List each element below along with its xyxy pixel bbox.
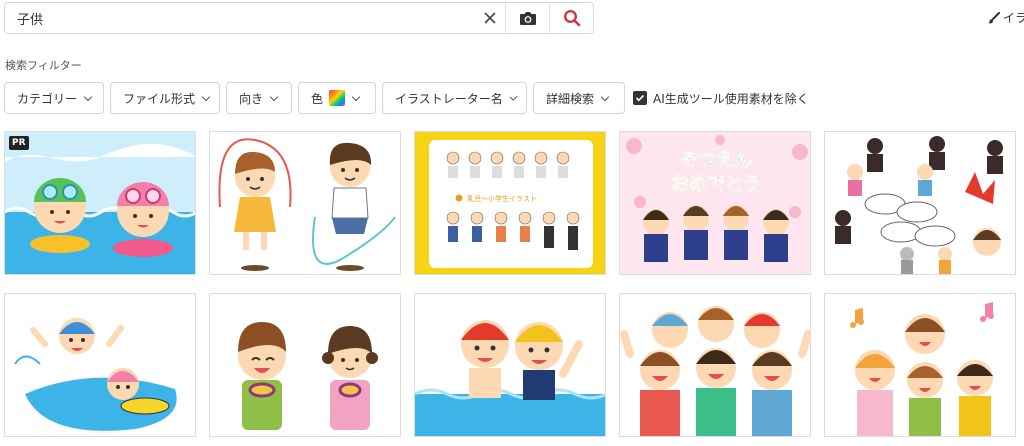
- exclude-ai-label: AI生成ツール使用素材を除く: [653, 91, 809, 106]
- kids-jump-rope-illustration: [210, 132, 400, 274]
- chevron-down-icon: [600, 92, 610, 101]
- chevron-down-icon: [269, 92, 279, 101]
- child-age-chart-illustration: 乳児〜小学生イラスト: [415, 132, 605, 274]
- filter-color-label: 色: [311, 91, 324, 106]
- search-bar: [4, 2, 594, 34]
- filter-category[interactable]: カテゴリー: [4, 82, 104, 114]
- exclude-ai-checkbox[interactable]: AI生成ツール使用素材を除く: [633, 82, 809, 114]
- result-tile[interactable]: [4, 293, 196, 437]
- kids-swimming-illustration: [5, 132, 195, 274]
- group-of-kids-cheering-illustration: [620, 294, 810, 436]
- clear-search-button[interactable]: [475, 3, 505, 33]
- filter-file-format[interactable]: ファイル形式: [110, 82, 220, 114]
- brush-icon: [988, 11, 1000, 23]
- age-chart-caption: 乳児〜小学生イラスト: [467, 194, 537, 203]
- graduation-title-line1: そつえん: [680, 150, 752, 171]
- filter-illustrator[interactable]: イラストレーター名: [382, 82, 527, 114]
- camera-icon: [519, 12, 536, 25]
- image-search-button[interactable]: [505, 3, 549, 33]
- chevron-down-icon: [351, 92, 361, 101]
- result-tile[interactable]: そつえん おめでとう: [619, 131, 811, 275]
- filter-illustrator-label: イラストレーター名: [395, 91, 503, 106]
- result-tile[interactable]: [619, 293, 811, 437]
- kids-swim-caps-illustration: [415, 294, 605, 436]
- kids-singing-illustration: [825, 294, 1015, 436]
- right-link-label: イラ: [1003, 11, 1024, 25]
- result-tile[interactable]: [209, 131, 401, 275]
- result-tile[interactable]: [209, 293, 401, 437]
- chevron-down-icon: [83, 92, 93, 101]
- illustration-request-link[interactable]: イラ: [988, 9, 1024, 26]
- filter-color[interactable]: 色: [298, 82, 376, 114]
- result-tile[interactable]: 乳児〜小学生イラスト: [414, 131, 606, 275]
- filter-advanced-label: 詳細検索: [546, 91, 595, 106]
- color-swatch-icon: [329, 90, 346, 106]
- filter-orientation[interactable]: 向き: [226, 82, 292, 114]
- search-icon: [563, 9, 580, 27]
- search-button[interactable]: [549, 3, 593, 33]
- result-tile[interactable]: [824, 293, 1016, 437]
- filter-advanced-search[interactable]: 詳細検索: [533, 82, 625, 114]
- graduation-title-line2: おめでとう: [671, 174, 761, 195]
- kindergarten-graduation-illustration: そつえん おめでとう: [620, 132, 810, 274]
- kids-pool-float-illustration: [5, 294, 195, 436]
- search-input[interactable]: [5, 3, 475, 33]
- close-icon: [484, 12, 496, 24]
- kids-game-manga-illustration: [825, 132, 1015, 274]
- pr-badge: PR: [9, 136, 29, 150]
- filter-category-label: カテゴリー: [17, 91, 78, 106]
- kids-eating-sweet-potato-illustration: [210, 294, 400, 436]
- filter-bar: カテゴリー ファイル形式 向き 色 イラストレーター名 詳細検索 AI生成ツール…: [4, 82, 809, 114]
- result-tile[interactable]: [824, 131, 1016, 275]
- filter-orientation-label: 向き: [239, 91, 264, 106]
- chevron-down-icon: [201, 92, 211, 101]
- filter-section-title: 検索フィルター: [5, 59, 82, 72]
- checkbox-checked-icon: [633, 91, 647, 105]
- chevron-down-icon: [509, 92, 518, 101]
- filter-file-format-label: ファイル形式: [123, 91, 196, 106]
- result-tile[interactable]: [414, 293, 606, 437]
- result-tile[interactable]: PR: [4, 131, 196, 275]
